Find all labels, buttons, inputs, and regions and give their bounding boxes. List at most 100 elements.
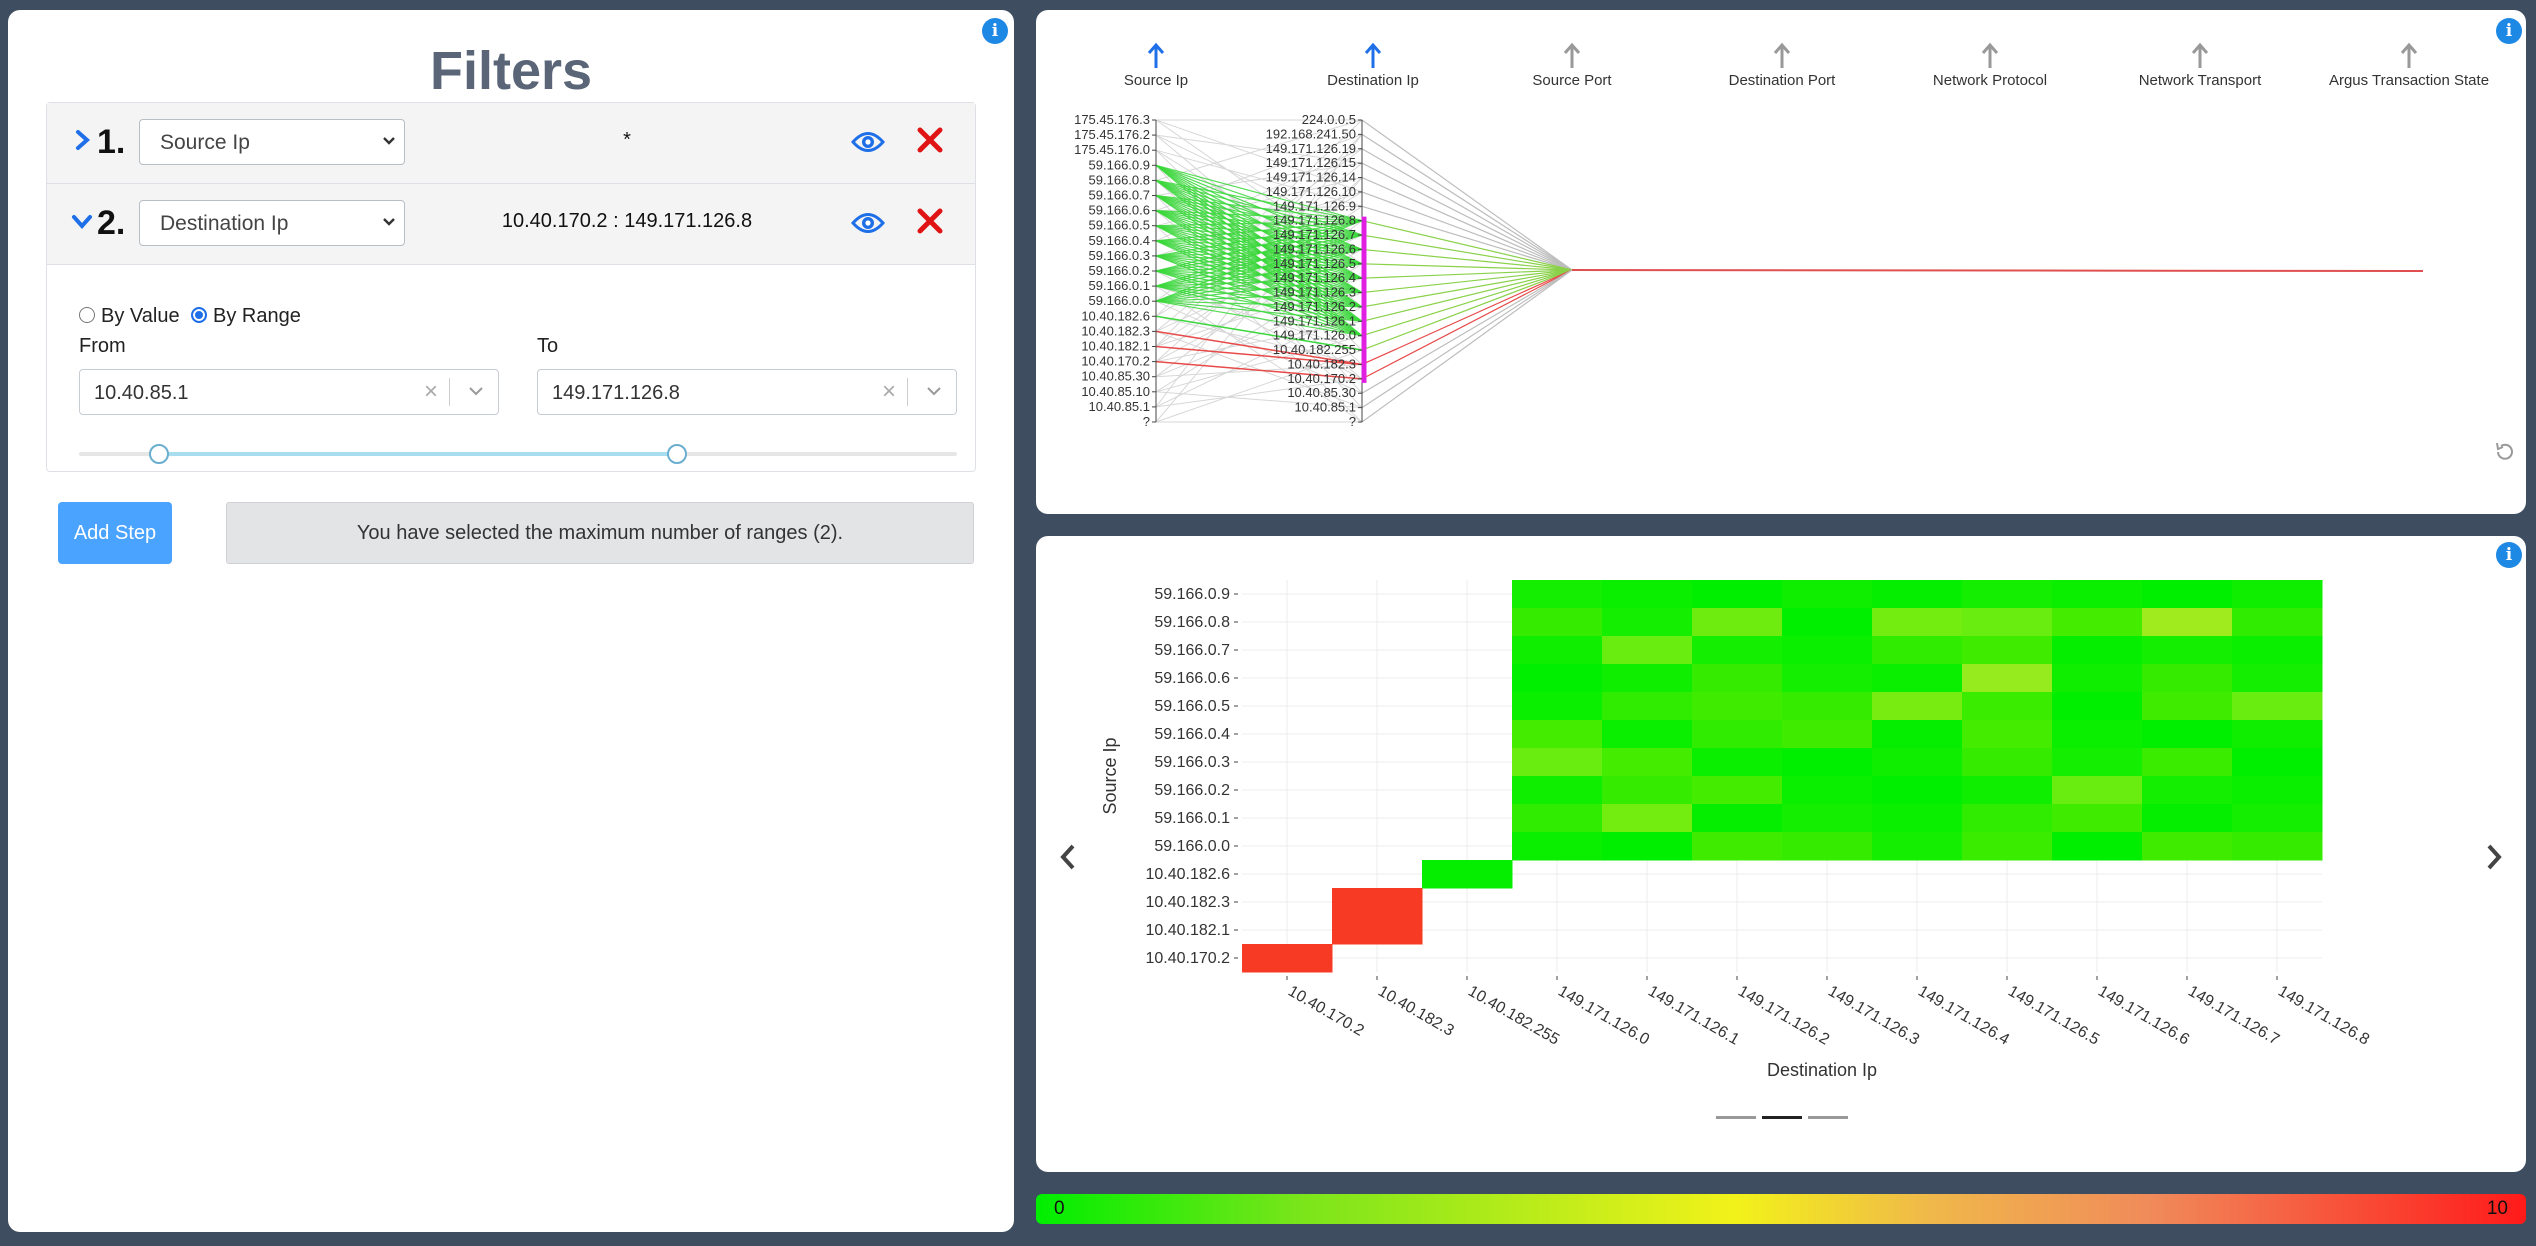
heatmap-cell[interactable]: [1602, 832, 1693, 861]
heatmap-cell[interactable]: [1782, 776, 1873, 805]
heatmap-cell[interactable]: [1602, 804, 1693, 833]
heatmap-cell[interactable]: [2142, 636, 2233, 665]
heatmap-cell[interactable]: [1962, 804, 2053, 833]
heatmap-cell[interactable]: [1782, 608, 1873, 637]
chevron-right-icon[interactable]: [67, 125, 97, 155]
heatmap-cell[interactable]: [1602, 580, 1693, 609]
heatmap-cell[interactable]: [1422, 860, 1513, 889]
heatmap-cell[interactable]: [2232, 748, 2323, 777]
chevron-left-icon[interactable]: [1056, 842, 1080, 872]
heatmap-cell[interactable]: [2142, 580, 2233, 609]
chevron-down-icon[interactable]: [926, 386, 942, 396]
heatmap-cell[interactable]: [1692, 580, 1783, 609]
heatmap-cell[interactable]: [2232, 692, 2323, 721]
heatmap-cell[interactable]: [1782, 692, 1873, 721]
eye-icon[interactable]: [851, 129, 885, 155]
heatmap-cell[interactable]: [1872, 804, 1963, 833]
heatmap-cell[interactable]: [1332, 888, 1423, 917]
heatmap-cell[interactable]: [1782, 832, 1873, 861]
range-slider[interactable]: [79, 444, 957, 464]
heatmap-cell[interactable]: [2142, 664, 2233, 693]
heatmap-cell[interactable]: [1512, 608, 1603, 637]
sort-arrow-icon[interactable]: [1773, 42, 1791, 68]
heatmap-cell[interactable]: [1962, 748, 2053, 777]
clear-icon[interactable]: ×: [882, 378, 896, 406]
heatmap-cell[interactable]: [2142, 608, 2233, 637]
heatmap-cell[interactable]: [2142, 692, 2233, 721]
heatmap-cell[interactable]: [1602, 748, 1693, 777]
heatmap-cell[interactable]: [1692, 664, 1783, 693]
heatmap-cell[interactable]: [1962, 608, 2053, 637]
heatmap-cell[interactable]: [2052, 832, 2143, 861]
heatmap-cell[interactable]: [1512, 580, 1603, 609]
heatmap-cell[interactable]: [2052, 692, 2143, 721]
heatmap-cell[interactable]: [1872, 748, 1963, 777]
sort-arrow-icon[interactable]: [1563, 42, 1581, 68]
heatmap-cell[interactable]: [1962, 832, 2053, 861]
heatmap-cell[interactable]: [1602, 664, 1693, 693]
heatmap-cell[interactable]: [1692, 608, 1783, 637]
heatmap-cell[interactable]: [1512, 776, 1603, 805]
heatmap-cell[interactable]: [1962, 776, 2053, 805]
heatmap-cell[interactable]: [1782, 748, 1873, 777]
heatmap-cell[interactable]: [1872, 692, 1963, 721]
heatmap-cell[interactable]: [2052, 636, 2143, 665]
heatmap-cell[interactable]: [1872, 636, 1963, 665]
heatmap-cell[interactable]: [1782, 636, 1873, 665]
step-2-field-select[interactable]: Destination Ip: [139, 200, 405, 246]
heatmap-cell[interactable]: [1692, 636, 1783, 665]
heatmap-cell[interactable]: [2142, 776, 2233, 805]
step-1-field-select[interactable]: Source Ip: [139, 119, 405, 165]
heatmap-cell[interactable]: [2052, 580, 2143, 609]
heatmap-cell[interactable]: [2142, 804, 2233, 833]
heatmap-cell[interactable]: [2052, 776, 2143, 805]
sort-arrow-icon[interactable]: [2400, 42, 2418, 68]
carousel-indicator-1[interactable]: [1716, 1116, 1756, 1119]
sort-arrow-icon[interactable]: [1364, 42, 1382, 68]
heatmap-cell[interactable]: [1962, 692, 2053, 721]
heatmap-cell[interactable]: [2052, 720, 2143, 749]
heatmap-cell[interactable]: [1962, 636, 2053, 665]
heatmap-cell[interactable]: [1692, 804, 1783, 833]
heatmap-cell[interactable]: [2142, 832, 2233, 861]
heatmap-cell[interactable]: [1602, 636, 1693, 665]
heatmap-cell[interactable]: [1332, 916, 1423, 945]
heatmap-cell[interactable]: [1242, 944, 1333, 973]
heatmap-cell[interactable]: [1602, 608, 1693, 637]
heatmap-cell[interactable]: [2232, 832, 2323, 861]
heatmap-cell[interactable]: [1872, 580, 1963, 609]
heatmap-cell[interactable]: [1872, 776, 1963, 805]
heatmap-cell[interactable]: [1602, 692, 1693, 721]
sort-arrow-icon[interactable]: [1981, 42, 1999, 68]
carousel-indicator-2[interactable]: [1762, 1116, 1802, 1119]
heatmap-cell[interactable]: [1782, 580, 1873, 609]
heatmap-cell[interactable]: [1692, 748, 1783, 777]
clear-icon[interactable]: ×: [424, 378, 438, 406]
heatmap-cell[interactable]: [2232, 580, 2323, 609]
heatmap-cell[interactable]: [1512, 804, 1603, 833]
chevron-down-icon[interactable]: [67, 206, 97, 236]
heatmap-cell[interactable]: [1872, 832, 1963, 861]
add-step-button[interactable]: Add Step: [58, 502, 172, 564]
heatmap-cell[interactable]: [2232, 636, 2323, 665]
heatmap-cell[interactable]: [1512, 748, 1603, 777]
heatmap-cell[interactable]: [1782, 664, 1873, 693]
heatmap-cell[interactable]: [1602, 776, 1693, 805]
range-slider-low-handle[interactable]: [149, 444, 170, 464]
heatmap-cell[interactable]: [1602, 720, 1693, 749]
heatmap-cell[interactable]: [2232, 776, 2323, 805]
heatmap-cell[interactable]: [2232, 608, 2323, 637]
heatmap-cell[interactable]: [1692, 720, 1783, 749]
heatmap-cell[interactable]: [2052, 664, 2143, 693]
by-range-radio[interactable]: By Range: [191, 305, 301, 328]
range-slider-high-handle[interactable]: [667, 444, 688, 464]
heatmap-cell[interactable]: [1782, 804, 1873, 833]
by-value-radio[interactable]: By Value: [79, 305, 180, 328]
from-select[interactable]: 10.40.85.1 ×: [79, 369, 499, 415]
heatmap-chart[interactable]: 59.166.0.9 59.166.0.8 59.166.0.7 59.166.0.6…: [1036, 536, 2526, 1172]
heatmap-cell[interactable]: [1512, 720, 1603, 749]
heatmap-cell[interactable]: [1782, 720, 1873, 749]
heatmap-cell[interactable]: [2142, 748, 2233, 777]
heatmap-cell[interactable]: [1512, 692, 1603, 721]
heatmap-cell[interactable]: [1962, 580, 2053, 609]
